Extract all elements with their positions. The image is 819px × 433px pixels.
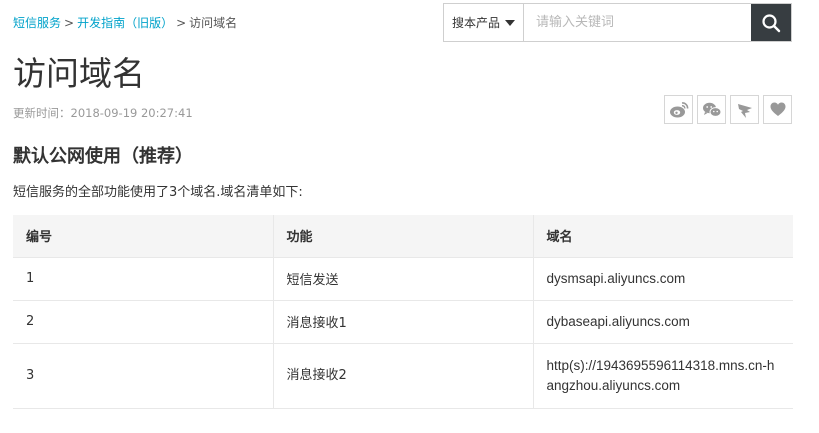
table-cell-id: 2 [13,299,274,344]
favorite-heart-icon [770,102,785,116]
table-cell-id: 3 [13,342,274,409]
table-cell-function: 短信发送 [273,256,534,301]
wechat-icon [702,102,721,117]
table-cell-function: 消息接收2 [273,342,534,409]
breadcrumb-link-dev-guide[interactable]: 开发指南（旧版） [77,16,173,30]
table-row: 1 短信发送 dysmsapi.aliyuncs.com [13,256,793,301]
page-title: 访问域名 [13,54,145,93]
search-button[interactable] [751,4,791,41]
weibo-icon [669,101,688,117]
table-header-id: 编号 [13,215,274,257]
search-icon [762,13,781,32]
share-wechat-button[interactable] [697,95,726,124]
breadcrumb-separator: > [176,16,187,30]
table-header-row: 编号 功能 域名 [13,215,793,257]
caret-down-icon [505,19,515,26]
search-scope-label: 搜本产品 [451,16,500,30]
table-cell-domain: dybaseapi.aliyuncs.com [533,299,793,344]
table-cell-domain: http(s)://1943695596114318.mns.cn-hangzh… [533,342,793,409]
table-row: 2 消息接收1 dybaseapi.aliyuncs.com [13,299,793,344]
share-dingtalk-button[interactable] [730,95,759,124]
table-header-domain: 域名 [533,215,793,257]
search-input[interactable] [524,4,751,41]
table-cell-function: 消息接收1 [273,299,534,344]
section-title: 默认公网使用（推荐） [13,146,193,167]
breadcrumb: 短信服务 > 开发指南（旧版） > 访问域名 [13,15,237,31]
breadcrumb-current: 访问域名 [189,16,238,30]
breadcrumb-link-sms-service[interactable]: 短信服务 [13,16,61,30]
table-cell-id: 1 [13,256,274,301]
intro-text: 短信服务的全部功能使用了3个域名.域名清单如下: [13,185,303,200]
search-bar: 搜本产品 [443,3,792,42]
table-header-function: 功能 [273,215,534,257]
share-toolbar [664,95,792,124]
domain-table: 编号 功能 域名 1 短信发送 dysmsapi.aliyuncs.com 2 … [13,215,793,409]
update-time: 更新时间：2018-09-19 20:27:41 [13,106,193,120]
dingtalk-icon [737,103,752,118]
share-weibo-button[interactable] [664,95,693,124]
breadcrumb-separator: > [64,16,75,30]
search-scope-dropdown[interactable]: 搜本产品 [444,4,524,41]
favorite-button[interactable] [763,95,792,124]
table-row: 3 消息接收2 http(s)://1943695596114318.mns.c… [13,342,793,409]
table-cell-domain: dysmsapi.aliyuncs.com [533,256,793,301]
